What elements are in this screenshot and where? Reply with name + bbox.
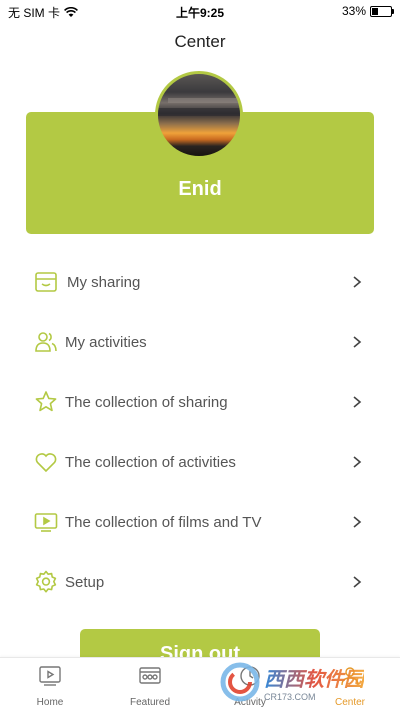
status-bar: 无 SIM 卡 上午9:25 33% (0, 0, 400, 22)
store-icon (35, 272, 57, 292)
menu-item-collection-of-activities[interactable]: The collection of activities (0, 432, 400, 492)
menu-item-label: Setup (65, 573, 105, 591)
watermark-logo-icon (220, 662, 260, 702)
play-screen-icon (39, 666, 61, 686)
watermark: 西西软件园 CR173.COM (220, 660, 390, 704)
tab-label: Featured (129, 697, 171, 708)
chevron-right-icon (353, 276, 362, 288)
tab-label: Home (36, 697, 64, 708)
menu-item-label: The collection of activities (65, 453, 236, 471)
menu-item-collection-of-films-and-tv[interactable]: The collection of films and TV (0, 492, 400, 552)
menu-list: My sharing My activities The collection … (0, 252, 400, 612)
chevron-right-icon (353, 456, 362, 468)
star-icon (35, 391, 57, 412)
film-icon (139, 667, 161, 684)
menu-item-collection-of-sharing[interactable]: The collection of sharing (0, 372, 400, 432)
battery-status: 33% (341, 4, 394, 18)
menu-item-label: My activities (65, 333, 147, 351)
menu-item-label: The collection of films and TV (65, 513, 262, 531)
menu-item-label: The collection of sharing (65, 393, 228, 411)
gear-icon (35, 570, 57, 593)
tab-home[interactable]: Home (0, 658, 100, 711)
chevron-right-icon (353, 516, 362, 528)
page-title: Center (174, 32, 226, 51)
battery-icon (370, 5, 394, 17)
people-icon (35, 332, 57, 352)
heart-icon (35, 453, 57, 473)
clock: 上午9:25 (175, 6, 225, 20)
menu-item-setup[interactable]: Setup (0, 552, 400, 612)
chevron-right-icon (353, 576, 362, 588)
menu-item-my-sharing[interactable]: My sharing (0, 252, 400, 312)
chevron-right-icon (353, 336, 362, 348)
battery-percent: 33% (341, 4, 366, 18)
avatar[interactable] (155, 71, 243, 159)
watermark-url: CR173.COM (264, 691, 316, 702)
tv-play-icon (34, 513, 58, 532)
menu-item-my-activities[interactable]: My activities (0, 312, 400, 372)
menu-item-label: My sharing (67, 273, 141, 291)
watermark-brand: 西西软件园 (264, 663, 364, 692)
tab-featured[interactable]: Featured (100, 658, 200, 711)
profile-name: Enid (178, 178, 222, 200)
chevron-right-icon (353, 396, 362, 408)
